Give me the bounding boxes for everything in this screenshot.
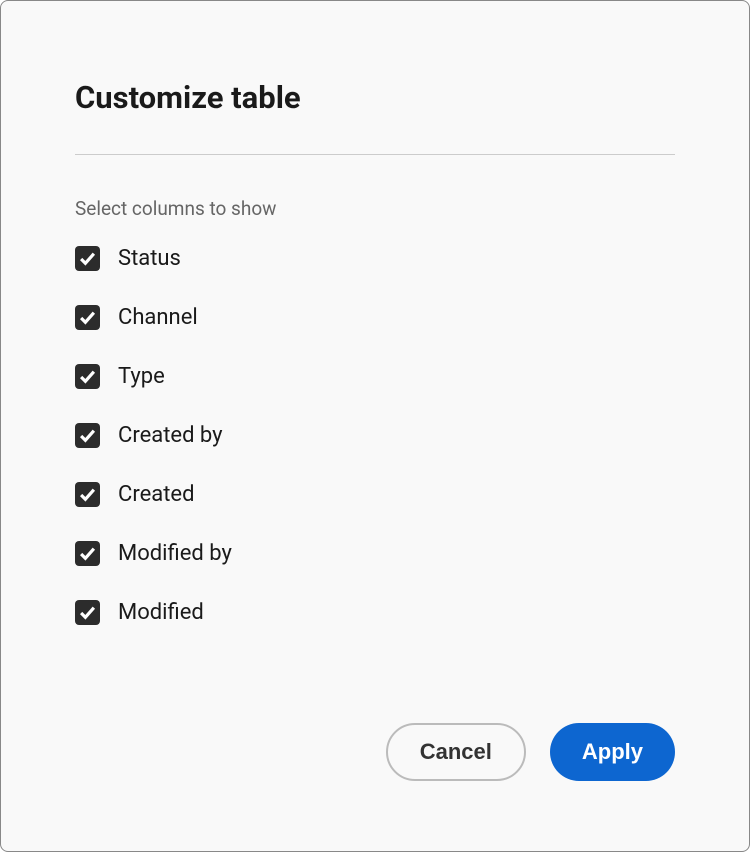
check-icon: [79, 545, 96, 562]
checkbox-label-modified-by: Modified by: [118, 541, 232, 566]
checkbox-row-status[interactable]: Status: [75, 246, 675, 271]
check-icon: [79, 486, 96, 503]
check-icon: [79, 250, 96, 267]
check-icon: [79, 368, 96, 385]
checkbox-label-channel: Channel: [118, 305, 198, 330]
checkbox-row-created-by[interactable]: Created by: [75, 423, 675, 448]
checkbox-created[interactable]: [75, 482, 100, 507]
divider: [75, 154, 675, 155]
checkbox-type[interactable]: [75, 364, 100, 389]
checkbox-created-by[interactable]: [75, 423, 100, 448]
check-icon: [79, 309, 96, 326]
customize-table-dialog: Customize table Select columns to show S…: [0, 0, 750, 852]
checkbox-row-modified[interactable]: Modified: [75, 600, 675, 625]
check-icon: [79, 604, 96, 621]
checkbox-channel[interactable]: [75, 305, 100, 330]
checkbox-status[interactable]: [75, 246, 100, 271]
dialog-title: Customize table: [75, 79, 675, 116]
section-label: Select columns to show: [75, 197, 675, 220]
cancel-button[interactable]: Cancel: [386, 723, 526, 781]
checkbox-label-type: Type: [118, 364, 165, 389]
apply-button[interactable]: Apply: [550, 723, 675, 781]
checkbox-row-created[interactable]: Created: [75, 482, 675, 507]
checkbox-label-created-by: Created by: [118, 423, 223, 448]
checkbox-label-created: Created: [118, 482, 194, 507]
checkbox-label-modified: Modified: [118, 600, 204, 625]
column-checkbox-list: Status Channel Type Created by Created: [75, 246, 675, 625]
checkbox-modified[interactable]: [75, 600, 100, 625]
checkbox-row-type[interactable]: Type: [75, 364, 675, 389]
dialog-button-row: Cancel Apply: [386, 723, 675, 781]
checkbox-modified-by[interactable]: [75, 541, 100, 566]
checkbox-row-modified-by[interactable]: Modified by: [75, 541, 675, 566]
checkbox-row-channel[interactable]: Channel: [75, 305, 675, 330]
check-icon: [79, 427, 96, 444]
checkbox-label-status: Status: [118, 246, 181, 271]
